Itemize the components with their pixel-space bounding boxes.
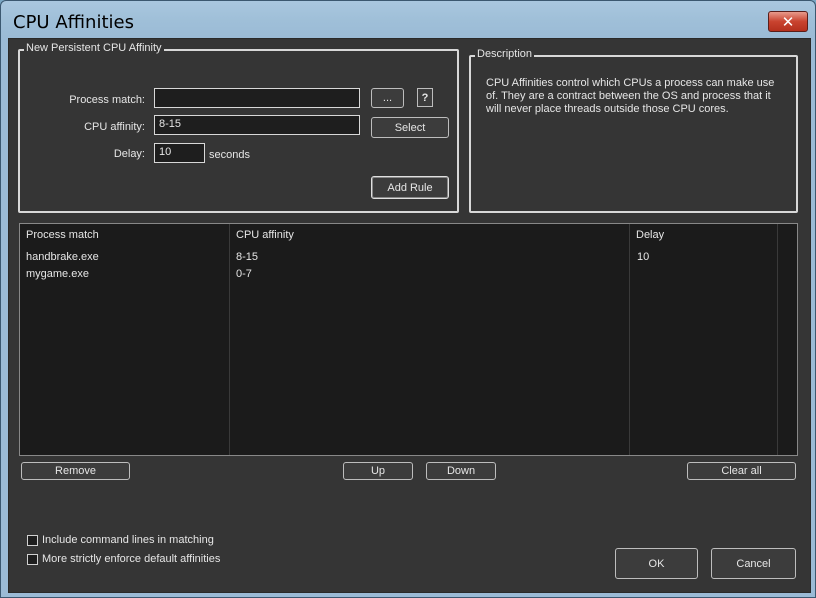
column-header-delay[interactable]: Delay (636, 229, 664, 241)
include-cmdline-label: Include command lines in matching (42, 534, 214, 546)
strict-enforce-checkbox[interactable] (27, 553, 38, 565)
delay-label: Delay: (113, 148, 145, 160)
window-title: CPU Affinities (13, 12, 134, 33)
row-affinity: 0-7 (236, 268, 252, 280)
column-header-process[interactable]: Process match (26, 229, 99, 241)
remove-button[interactable]: Remove (21, 462, 130, 480)
process-match-label: Process match: (69, 94, 145, 106)
clear-all-button[interactable]: Clear all (687, 462, 796, 480)
delay-input[interactable]: 10 (154, 143, 205, 163)
dialog-window: CPU Affinities ✕ New Persistent CPU Affi… (0, 0, 816, 598)
down-button[interactable]: Down (426, 462, 496, 480)
column-header-affinity[interactable]: CPU affinity (236, 229, 294, 241)
up-button[interactable]: Up (343, 462, 413, 480)
description-group: Description CPU Affinities control which… (469, 48, 798, 213)
description-text: CPU Affinities control which CPUs a proc… (486, 77, 775, 115)
affinity-rules-list[interactable]: Process match CPU affinity Delay handbra… (19, 223, 798, 456)
close-button[interactable]: ✕ (768, 11, 808, 32)
strict-enforce-label: More strictly enforce default affinities (42, 553, 221, 565)
column-separator (229, 224, 230, 455)
help-icon[interactable]: ? (417, 88, 433, 107)
new-affinity-group: New Persistent CPU Affinity Process matc… (18, 42, 459, 213)
close-icon: ✕ (781, 12, 795, 31)
delay-unit-label: seconds (209, 149, 250, 161)
row-affinity: 8-15 (236, 251, 259, 263)
column-separator (629, 224, 630, 455)
strict-enforce-option[interactable]: More strictly enforce default affinities (27, 553, 220, 565)
include-cmdline-checkbox[interactable] (27, 534, 38, 546)
cpu-affinity-input[interactable]: 8-15 (154, 115, 360, 135)
browse-process-button[interactable]: ... (371, 88, 404, 108)
description-legend: Description (475, 48, 535, 60)
row-process: handbrake.exe (26, 251, 99, 263)
new-affinity-legend: New Persistent CPU Affinity (24, 42, 164, 54)
add-rule-button[interactable]: Add Rule (371, 176, 449, 199)
ok-button[interactable]: OK (615, 548, 698, 579)
process-match-input[interactable] (154, 88, 360, 108)
cpu-affinity-label: CPU affinity: (84, 121, 145, 133)
column-separator (777, 224, 778, 455)
row-process: mygame.exe (26, 268, 89, 280)
include-cmdline-option[interactable]: Include command lines in matching (27, 534, 214, 546)
row-delay: 10 (637, 251, 650, 263)
select-affinity-button[interactable]: Select (371, 117, 449, 138)
dialog-client: New Persistent CPU Affinity Process matc… (8, 38, 811, 593)
cancel-button[interactable]: Cancel (711, 548, 796, 579)
